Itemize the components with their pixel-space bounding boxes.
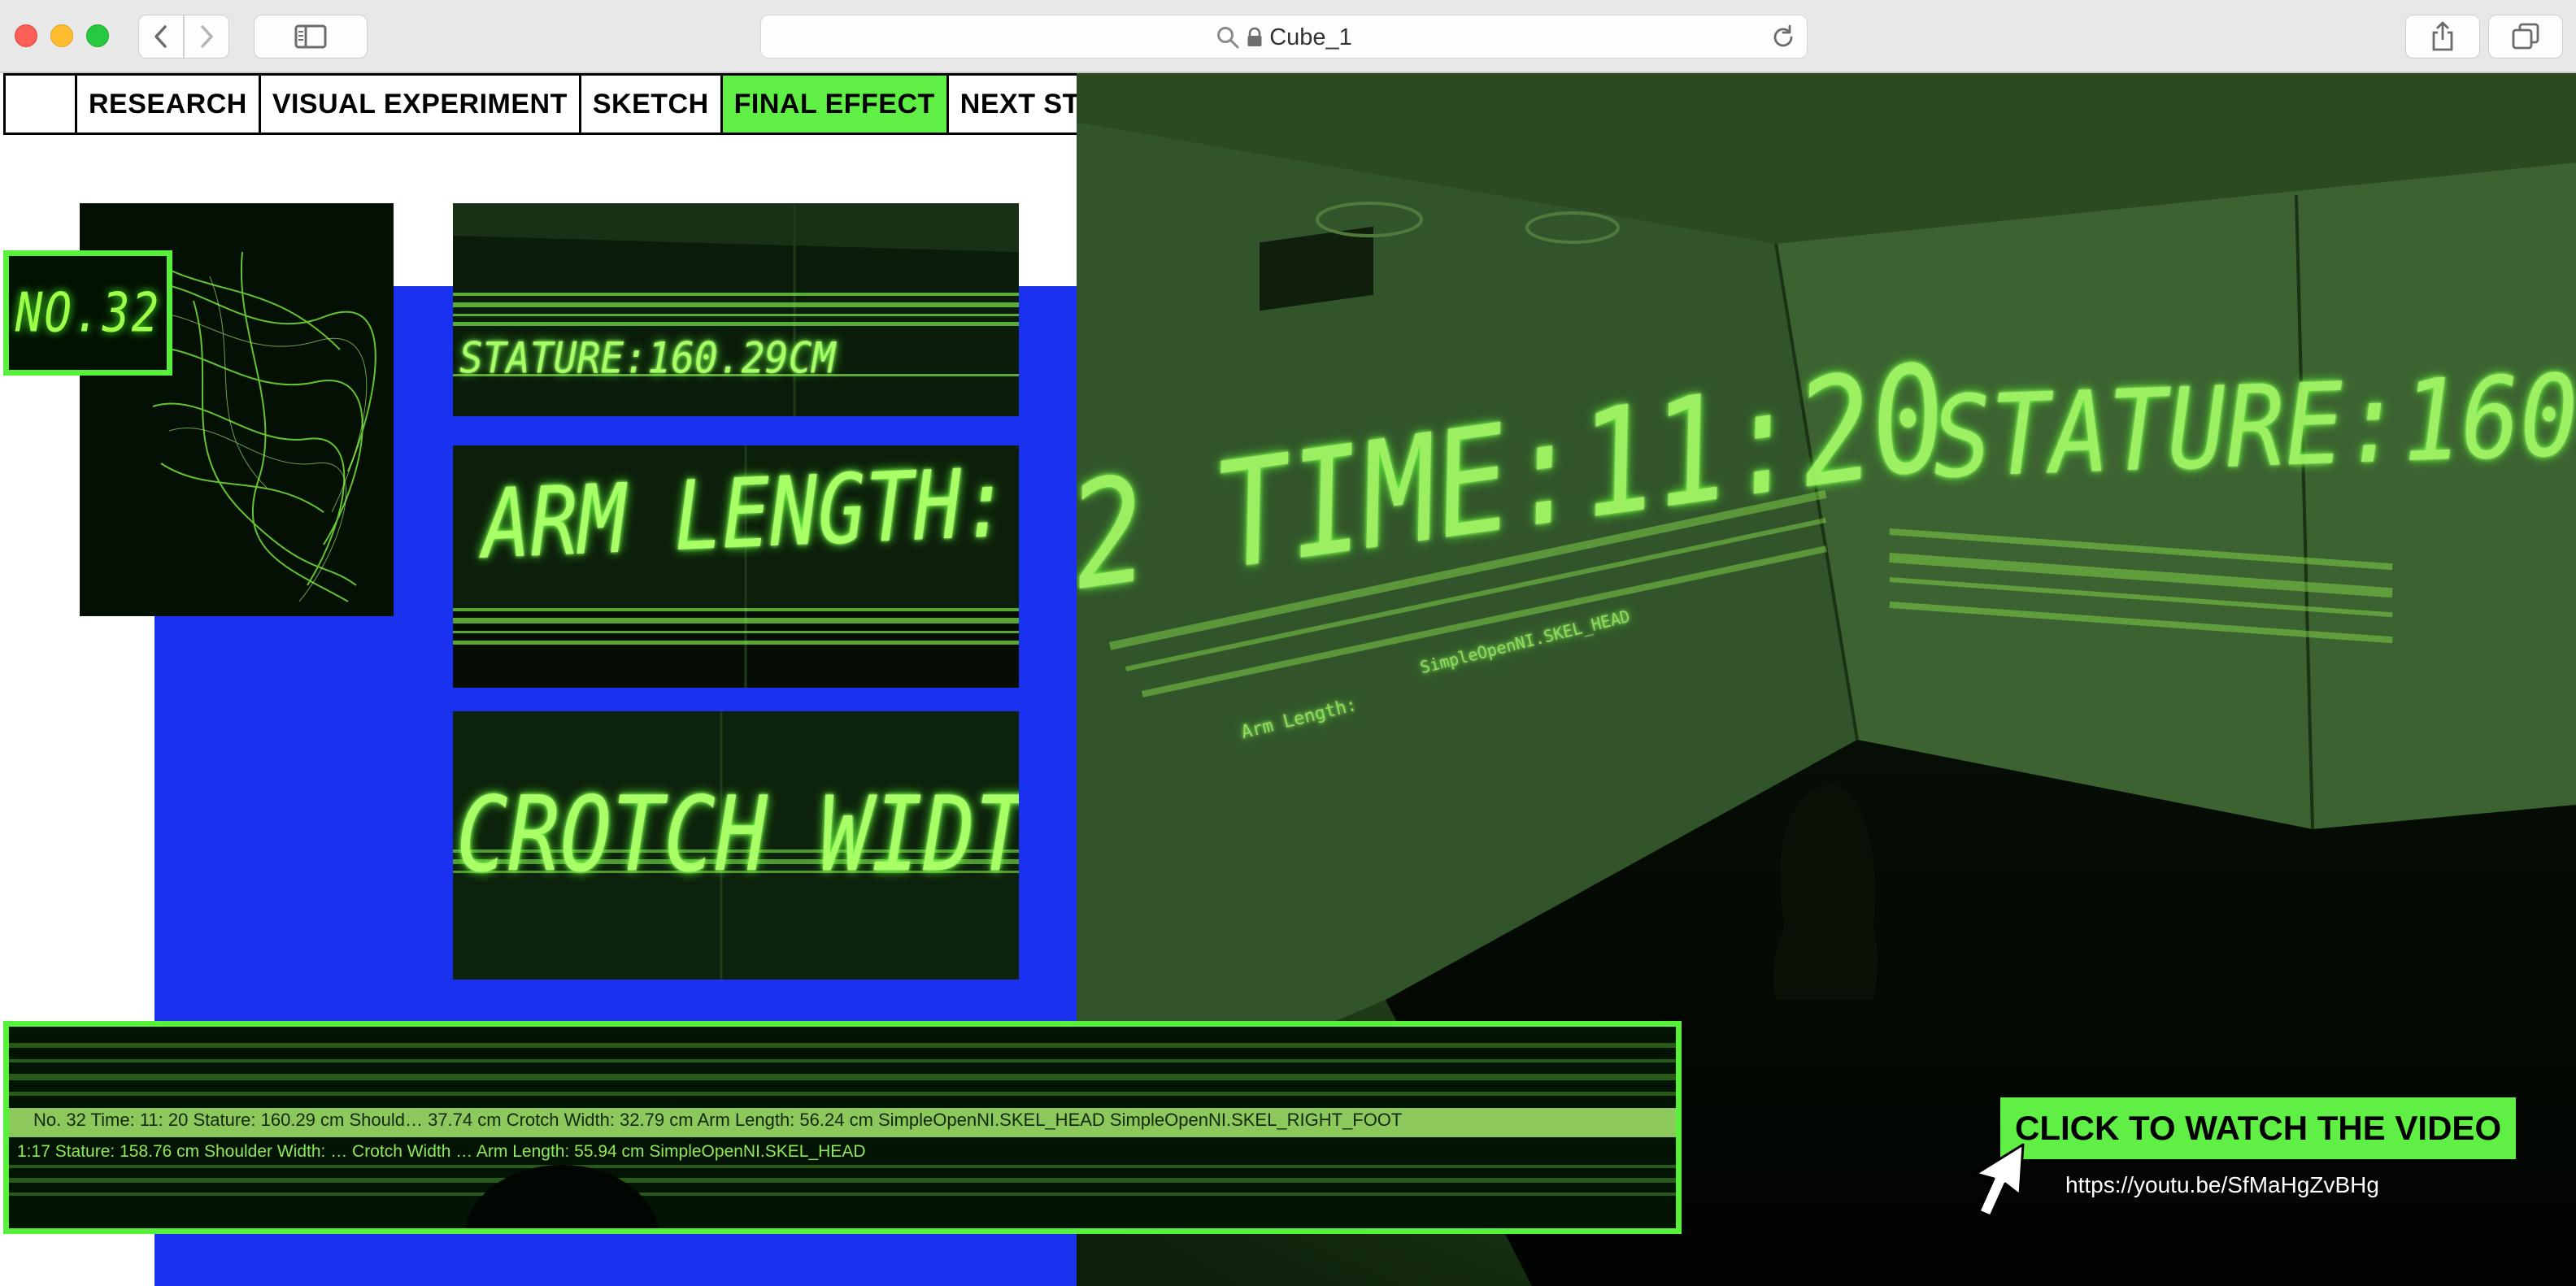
tabs-icon (2512, 23, 2539, 50)
measurement-data-strip[interactable]: No. 32 Time: 11: 20 Stature: 160.29 cm S… (3, 1021, 1682, 1234)
nav-item-research[interactable]: RESEARCH (77, 76, 261, 133)
stature-room-illustration (453, 203, 1019, 416)
page-title: Cube_1 (1269, 24, 1352, 50)
nav-item-label: SKETCH (592, 88, 709, 119)
forward-button[interactable] (184, 15, 229, 59)
nav-item-home[interactable] (6, 76, 77, 133)
nav-item-sketch[interactable]: SKETCH (581, 76, 723, 133)
stature-thumbnail[interactable]: STATURE:160.29CM (453, 203, 1019, 416)
zoom-window-button[interactable] (86, 24, 109, 47)
nav-item-label: RESEARCH (89, 88, 247, 119)
page-content: RESEARCH VISUAL EXPERIMENT SKETCH FINAL … (0, 73, 2576, 1286)
watch-video-button[interactable]: CLICK TO WATCH THE VIDEO (2000, 1097, 2517, 1159)
crotch-width-thumbnail[interactable]: CROTCH WIDTH (453, 711, 1019, 980)
chevron-right-icon (201, 25, 213, 48)
show-tabs-button[interactable] (2488, 15, 2563, 59)
address-bar-content: Cube_1 (761, 15, 1807, 59)
share-button[interactable] (2405, 15, 2480, 59)
strip-line-secondary: 1:17 Stature: 158.76 cm Shoulder Width: … (17, 1142, 866, 1161)
browser-toolbar: Cube_1 (0, 0, 2576, 73)
video-url-link[interactable]: https://youtu.be/SfMaHgZvBHg (2065, 1172, 2379, 1198)
arrow-cursor-icon (1974, 1143, 2025, 1218)
minimize-window-button[interactable] (50, 24, 73, 47)
participant-number-badge: NO.32 (3, 250, 172, 376)
back-button[interactable] (138, 15, 184, 59)
magnifier-icon (1217, 27, 1239, 49)
nav-item-label: VISUAL EXPERIMENT (272, 88, 568, 119)
participant-number: NO.32 (15, 281, 161, 345)
crotch-width-text: CROTCH WIDTH (456, 775, 1019, 895)
stature-text: STATURE:160.29CM (459, 333, 836, 384)
main-nav: RESEARCH VISUAL EXPERIMENT SKETCH FINAL … (3, 73, 1132, 135)
reload-icon[interactable] (1769, 24, 1797, 51)
close-window-button[interactable] (15, 24, 37, 47)
sidebar-toggle-button[interactable] (254, 15, 368, 59)
lock-icon (1247, 27, 1262, 46)
nav-item-visual-experiment[interactable]: VISUAL EXPERIMENT (260, 76, 581, 133)
watch-video-label: CLICK TO WATCH THE VIDEO (2015, 1109, 2502, 1147)
sidebar-icon (294, 24, 327, 49)
share-icon (2432, 21, 2453, 51)
nav-item-final-effect[interactable]: FINAL EFFECT (722, 76, 949, 133)
chevron-left-icon (154, 25, 167, 48)
strip-line-primary: No. 32 Time: 11: 20 Stature: 160.29 cm S… (33, 1110, 1403, 1130)
nav-item-label: FINAL EFFECT (733, 88, 935, 119)
arm-length-thumbnail[interactable]: ARM LENGTH: (453, 445, 1019, 688)
arm-length-text: ARM LENGTH: (481, 447, 1012, 581)
address-bar[interactable]: Cube_1 (760, 15, 1808, 59)
